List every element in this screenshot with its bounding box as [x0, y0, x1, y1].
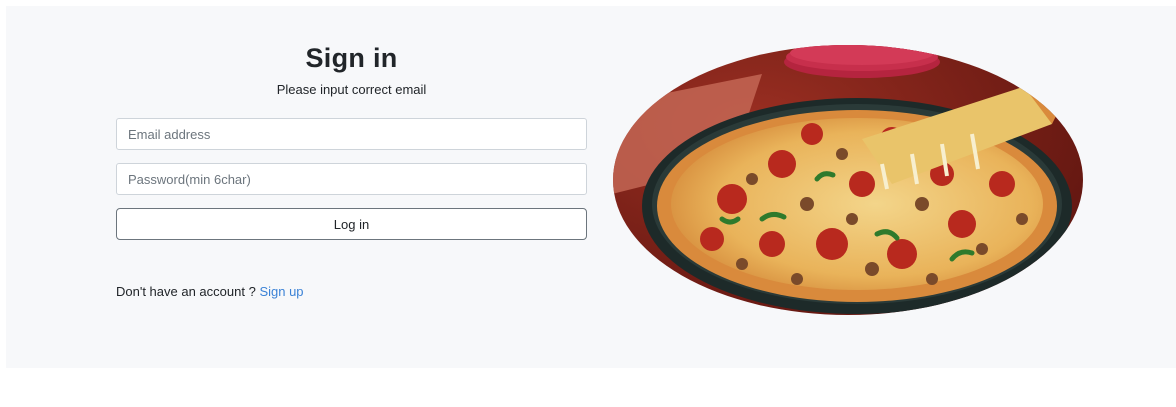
signin-panel: Sign in Please input correct email Log i… — [6, 6, 1176, 368]
page-title: Sign in — [305, 43, 398, 73]
pizza-image — [612, 44, 1084, 316]
page-subtitle: Please input correct email — [276, 82, 427, 97]
no-account-text: Don't have an account ? — [116, 284, 256, 299]
login-button[interactable]: Log in — [116, 208, 587, 240]
signin-form: Sign in Please input correct email Log i… — [116, 42, 587, 299]
pizza-photo — [613, 45, 1083, 315]
email-field[interactable] — [116, 118, 587, 150]
signup-link[interactable]: Sign up — [259, 284, 303, 299]
signup-prompt: Don't have an account ? Sign up — [116, 284, 304, 300]
password-field[interactable] — [116, 163, 587, 195]
